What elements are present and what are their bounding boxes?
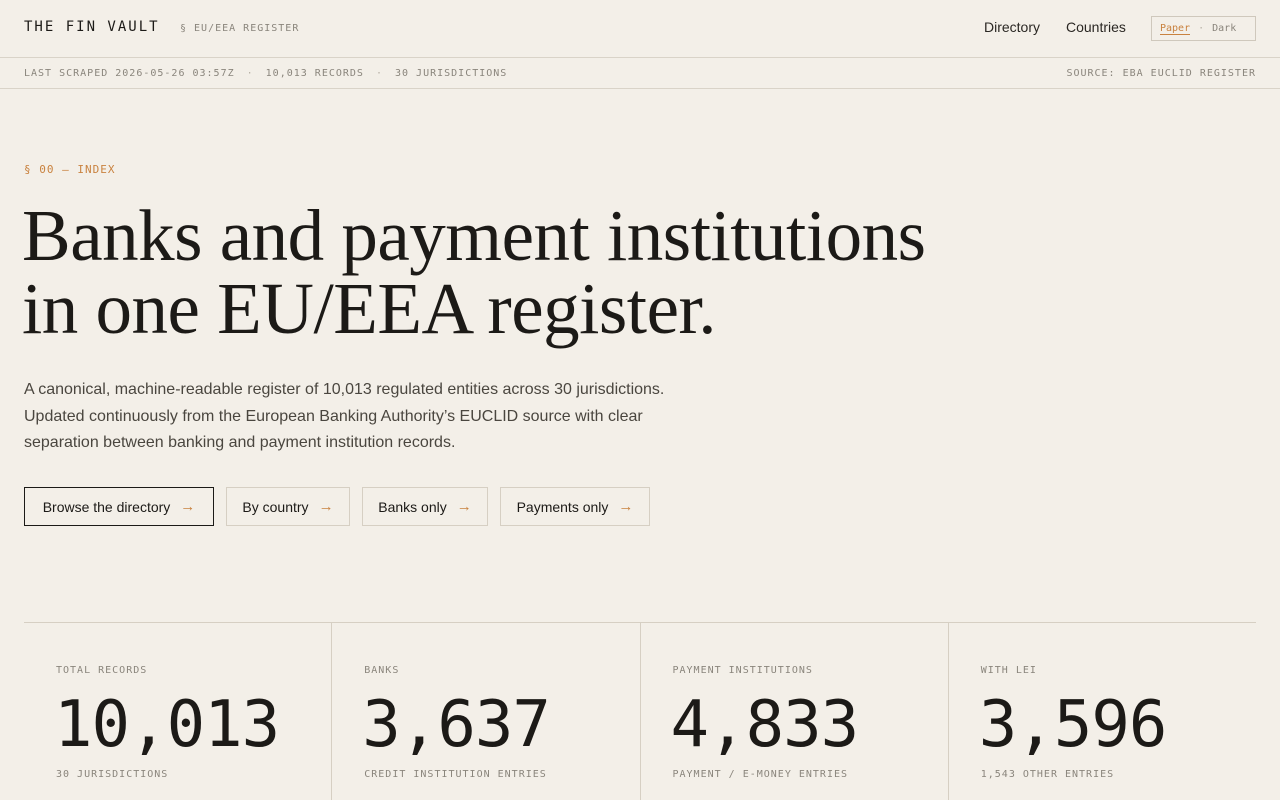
record-count: 10,013 RECORDS (265, 68, 364, 79)
button-label: Banks only (378, 498, 447, 515)
jurisdiction-count: 30 JURISDICTIONS (394, 68, 508, 79)
brand-logo[interactable]: THE FIN VAULT (24, 19, 160, 35)
arrow-right-icon: → (180, 498, 196, 515)
theme-option-dark[interactable]: Dark (1212, 23, 1236, 34)
top-navigation: THE FIN VAULT § EU/EEA REGISTER Director… (0, 0, 1280, 58)
theme-separator: · (1198, 23, 1205, 34)
stat-value: 10,013 (54, 688, 280, 762)
stat-subtext: 30 JURISDICTIONS (56, 769, 169, 780)
button-label: Payments only (516, 498, 609, 515)
status-separator: · (375, 68, 383, 79)
stat-label: PAYMENT INSTITUTIONS (672, 665, 813, 676)
section-tag: § 00 — INDEX (24, 163, 116, 176)
stat-subtext: CREDIT INSTITUTION ENTRIES (364, 769, 547, 780)
stat-label: TOTAL RECORDS (56, 665, 148, 676)
arrow-right-icon: → (456, 498, 472, 515)
page-title-line-1: Banks and payment institutions (22, 195, 926, 276)
intro-paragraph: A canonical, machine-readable register o… (24, 381, 665, 451)
stat-total-records: TOTAL RECORDS 10,013 30 JURISDICTIONS (24, 623, 333, 800)
stat-value: 4,833 (670, 688, 860, 762)
stat-with-lei: WITH LEI 3,596 1,543 OTHER ENTRIES (949, 623, 1256, 800)
stat-banks: BANKS 3,637 CREDIT INSTITUTION ENTRIES (332, 623, 641, 800)
button-label: Browse the directory (42, 498, 171, 515)
stats-grid: TOTAL RECORDS 10,013 30 JURISDICTIONS BA… (24, 622, 1256, 800)
payments-only-button[interactable]: Payments only → (500, 487, 650, 526)
banks-only-button[interactable]: Banks only → (362, 487, 488, 526)
data-source: SOURCE: EBA EUCLID REGISTER (1066, 68, 1256, 79)
theme-option-paper[interactable]: Paper (1160, 23, 1191, 35)
theme-toggle: Paper · Dark (1151, 16, 1256, 41)
arrow-right-icon: → (618, 498, 634, 515)
stat-subtext: 1,543 OTHER ENTRIES (980, 769, 1115, 780)
by-country-button[interactable]: By country → (226, 487, 350, 526)
status-strip: LAST SCRAPED 2026-05-26 03:57Z · 10,013 … (0, 58, 1280, 89)
stat-subtext: PAYMENT / E-MONEY ENTRIES (672, 769, 849, 780)
brand-subtitle: § EU/EEA REGISTER (180, 23, 300, 34)
stat-value: 3,637 (362, 688, 551, 762)
page-title: Banks and payment institutions in one EU… (22, 199, 1022, 345)
last-scraped-timestamp: LAST SCRAPED 2026-05-26 03:57Z (24, 68, 235, 79)
status-meta: LAST SCRAPED 2026-05-26 03:57Z · 10,013 … (24, 68, 507, 79)
page-title-line-2: in one EU/EEA register. (22, 268, 717, 349)
nav-link-directory[interactable]: Directory (984, 19, 1040, 35)
nav-link-countries[interactable]: Countries (1066, 19, 1126, 35)
status-separator: · (246, 68, 254, 79)
stat-payment-institutions: PAYMENT INSTITUTIONS 4,833 PAYMENT / E-M… (641, 623, 949, 800)
arrow-right-icon: → (318, 498, 334, 515)
stat-value: 3,596 (978, 688, 1168, 762)
stat-label: WITH LEI (980, 665, 1037, 676)
browse-directory-button[interactable]: Browse the directory → (24, 487, 214, 526)
button-label: By country (242, 498, 309, 515)
stat-label: BANKS (364, 665, 400, 676)
